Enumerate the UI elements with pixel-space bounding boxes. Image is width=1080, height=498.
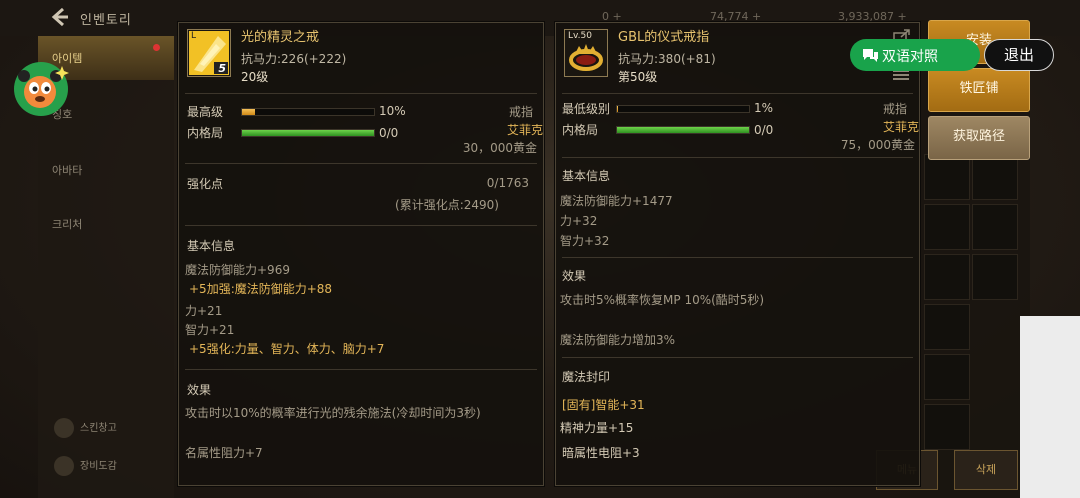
chat-bubble-icon	[863, 49, 878, 62]
inventory-slot[interactable]	[924, 254, 970, 300]
divider	[562, 93, 913, 94]
inventory-slot[interactable]	[972, 204, 1018, 250]
nav-item-avatar[interactable]: 아바타	[38, 148, 174, 192]
basic-stat: 智力+32	[560, 234, 610, 248]
item-icon: Lv.50	[564, 29, 608, 77]
item-icon: L 5	[187, 29, 231, 77]
item-type: 戒指	[882, 102, 907, 116]
item-tooltip-left: L 5 光的精灵之戒 抗马力:226(+222) 20级 最高级 10% 内格局…	[178, 22, 544, 486]
divider	[185, 93, 537, 94]
lowest-grade-percent: 1%	[754, 101, 774, 115]
magic-seal-title: 魔法封印	[562, 370, 611, 384]
basic-info-title: 基本信息	[187, 239, 236, 253]
inventory-slot[interactable]	[924, 354, 970, 400]
highest-grade-label: 最高级	[187, 105, 224, 119]
enhance-value: 0/1763	[486, 176, 529, 190]
item-resist: 抗马力:380(+81)	[618, 52, 716, 66]
item-type: 戒指	[508, 105, 533, 119]
item-tooltip-right: Lv.50 GBL的仪式戒指 抗马力:380(+81) 第50级 最低级别 1%…	[555, 22, 920, 486]
item-level: 第50级	[618, 70, 658, 84]
enhance-badge: 5	[218, 62, 226, 75]
item-level: 20级	[241, 70, 269, 84]
effect-text-2: 魔法防御能力增加3%	[560, 333, 676, 347]
equipment-guide-link[interactable]: 장비도감	[54, 456, 117, 476]
basic-stat: 魔法防御能力+969	[185, 263, 290, 277]
bilingual-toggle-button[interactable]: 双语对照	[850, 39, 980, 71]
divider	[562, 257, 913, 258]
basic-stat: 智力+21	[185, 323, 235, 337]
divider	[185, 225, 537, 226]
item-resist: 抗马力:226(+222)	[241, 52, 347, 66]
divider	[185, 369, 537, 370]
inner-grade-bar	[616, 126, 750, 134]
inner-grade-bar-fill	[617, 127, 749, 133]
blacksmith-button[interactable]: 铁匠铺	[928, 68, 1030, 112]
inner-grade-bar-fill	[242, 130, 374, 136]
back-arrow-icon[interactable]	[48, 6, 70, 28]
item-icon-level: L	[191, 31, 197, 41]
inventory-slot[interactable]	[972, 254, 1018, 300]
seal-stat: [固有]智能+31	[562, 398, 645, 412]
lowest-grade-bar-fill	[617, 106, 619, 112]
inventory-slot[interactable]	[924, 154, 970, 200]
item-name: 光的精灵之戒	[241, 30, 320, 45]
divider	[185, 163, 537, 164]
effect-title: 效果	[187, 383, 212, 397]
notification-dot-icon	[153, 44, 160, 51]
item-price: 75，000黄金	[840, 138, 915, 152]
lowest-grade-bar	[616, 105, 750, 113]
inner-grade-value: 0/0	[754, 123, 774, 137]
inner-grade-bar	[241, 129, 375, 137]
highest-grade-bar-fill	[242, 109, 256, 115]
enhance-total: (累计强化点:2490)	[395, 198, 499, 212]
item-class: 艾菲克	[882, 120, 919, 134]
basic-stat: 力+21	[185, 304, 223, 318]
acquire-path-button-label: 获取路径	[952, 129, 1005, 144]
bilingual-toggle-label: 双语对照	[882, 49, 938, 65]
highest-grade-bar	[241, 108, 375, 116]
basic-stat: 魔法防御能力+1477	[560, 194, 673, 208]
basic-stat: 力+32	[560, 214, 598, 228]
divider	[562, 157, 913, 158]
enhance-label: 强化点	[187, 177, 224, 191]
inventory-slot[interactable]	[972, 154, 1018, 200]
divider	[562, 357, 913, 358]
basic-stat: +5强化:力量、智力、体力、脑力+7	[189, 342, 385, 356]
effect-title: 效果	[562, 269, 587, 283]
inner-grade-value: 0/0	[379, 126, 399, 140]
skin-storage-link[interactable]: 스킨창고	[54, 418, 117, 438]
inventory-slot[interactable]	[924, 204, 970, 250]
highest-grade-percent: 10%	[379, 104, 406, 118]
delete-button[interactable]: 삭제	[954, 450, 1018, 490]
skin-storage-icon	[54, 418, 74, 438]
inner-grade-label: 内格局	[187, 126, 224, 140]
exit-button[interactable]: 退出	[984, 39, 1054, 71]
basic-info-title: 基本信息	[562, 169, 611, 183]
lowest-grade-label: 最低级别	[562, 102, 611, 116]
nav-item-label: 아바타	[52, 164, 83, 177]
effect-text: 攻击时以10%的概率进行光的残余施法(冷却时间为3秒)	[185, 406, 481, 420]
item-name: GBL的仪式戒指	[618, 30, 710, 45]
item-price: 30，000黄金	[462, 141, 537, 155]
mascot-icon[interactable]	[10, 56, 72, 118]
nav-item-label: 크리처	[52, 218, 83, 231]
white-strip	[1020, 316, 1080, 498]
inventory-slot[interactable]	[924, 304, 970, 350]
item-class: 艾菲克	[506, 123, 543, 137]
basic-stat: +5加强:魔法防御能力+88	[189, 282, 333, 296]
equipment-guide-icon	[54, 456, 74, 476]
inventory-title: 인벤토리	[80, 13, 132, 28]
acquire-path-button[interactable]: 获取路径	[928, 116, 1030, 160]
item-icon-level: Lv.50	[568, 31, 592, 41]
seal-stat: 暗属性电阻+3	[562, 446, 640, 460]
inner-grade-label: 内格局	[562, 123, 599, 137]
inventory-slot[interactable]	[924, 404, 970, 450]
nav-item-creature[interactable]: 크리처	[38, 202, 174, 246]
blacksmith-button-label: 铁匠铺	[959, 81, 999, 96]
effect-text: 攻击时5%概率恢复MP 10%(酷时5秒)	[560, 293, 765, 307]
effect-text-2: 名属性阻力+7	[185, 446, 263, 460]
seal-stat: 精神力量+15	[560, 421, 634, 435]
